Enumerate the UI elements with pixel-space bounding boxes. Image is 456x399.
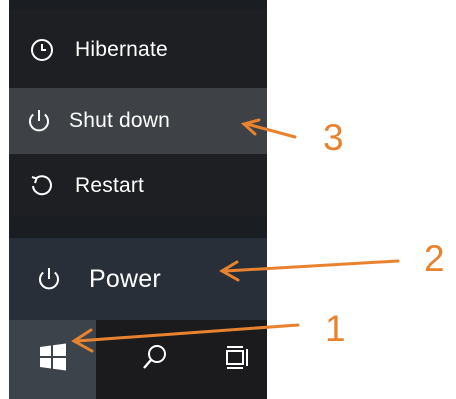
annotation-number-1: 1	[325, 308, 346, 349]
annotation-number-3: 3	[323, 117, 344, 158]
arrow-to-start	[75, 323, 300, 343]
annotation-number-2: 2	[424, 238, 445, 279]
annotation-arrows	[71, 118, 400, 353]
arrow-to-power	[223, 259, 400, 273]
